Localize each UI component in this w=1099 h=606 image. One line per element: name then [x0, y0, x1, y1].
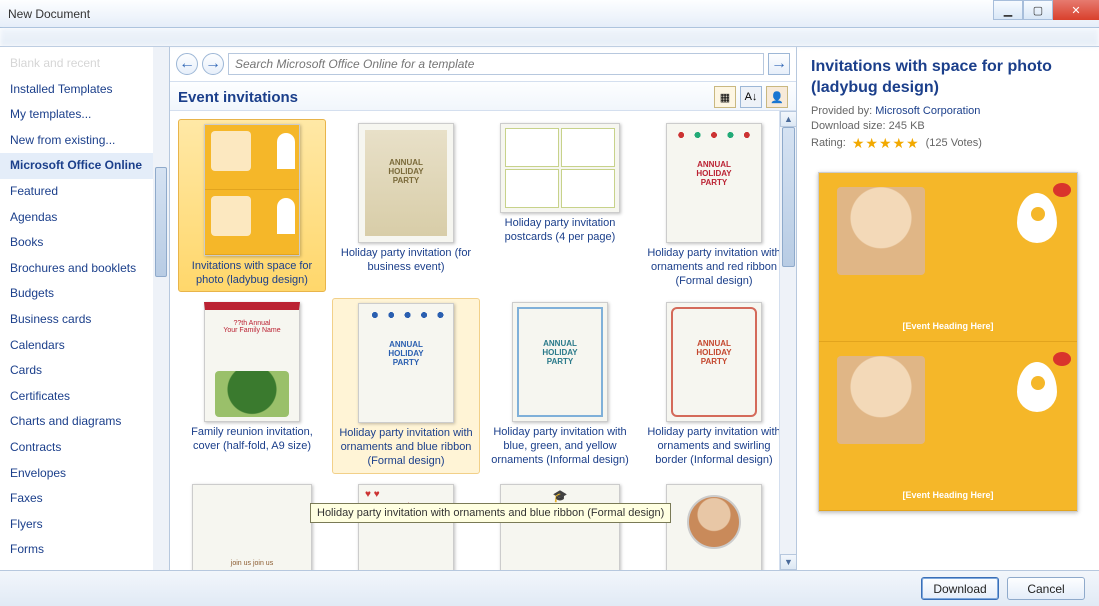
preview-pane: Invitations with space for photo (ladybu… — [797, 47, 1099, 570]
template-thumbnail — [204, 302, 300, 422]
template-thumbnail — [500, 123, 620, 213]
template-label: Family reunion invitation, cover (half-f… — [182, 426, 322, 454]
sidebar-item-envelopes[interactable]: Envelopes — [0, 461, 169, 487]
sidebar-item-contracts[interactable]: Contracts — [0, 435, 169, 461]
template-tile[interactable] — [486, 480, 634, 571]
tooltip: Holiday party invitation with ornaments … — [310, 503, 671, 523]
search-go-button[interactable]: → — [768, 53, 790, 75]
template-categories-sidebar: Blank and recentInstalled TemplatesMy te… — [0, 47, 170, 570]
template-tile[interactable]: Holiday party invitation with ornaments … — [640, 119, 788, 292]
sidebar-item[interactable]: Blank and recent — [0, 51, 169, 77]
template-tile[interactable] — [640, 480, 788, 571]
template-label: Invitations with space for photo (ladybu… — [183, 260, 321, 288]
minimize-button[interactable]: ▁ — [993, 0, 1023, 20]
template-thumbnail — [512, 302, 608, 422]
template-thumbnail — [358, 123, 454, 243]
sidebar-item-forms[interactable]: Forms — [0, 537, 169, 563]
window-title: New Document — [8, 7, 90, 21]
sidebar-item-certificates[interactable]: Certificates — [0, 384, 169, 410]
community-filter-button[interactable]: 👤 — [766, 86, 788, 108]
cancel-button[interactable]: Cancel — [1007, 577, 1085, 600]
template-tile[interactable]: Holiday party invitation with ornaments … — [640, 298, 788, 473]
template-thumbnail — [358, 484, 454, 571]
template-thumbnail — [666, 123, 762, 243]
template-thumbnail — [192, 484, 312, 571]
template-thumbnail — [358, 303, 454, 423]
sidebar-item-agendas[interactable]: Agendas — [0, 205, 169, 231]
template-tile[interactable]: Invitations with space for photo (ladybu… — [178, 119, 326, 292]
category-title: Event invitations — [178, 89, 298, 106]
scroll-up-arrow[interactable]: ▲ — [780, 111, 796, 127]
template-label: Holiday party invitation (for business e… — [336, 247, 476, 275]
template-tile[interactable] — [332, 480, 480, 571]
gallery-scrollbar[interactable]: ▲ ▼ — [779, 111, 796, 570]
provider-link[interactable]: Microsoft Corporation — [875, 105, 980, 117]
close-button[interactable]: ✕ — [1053, 0, 1099, 20]
template-label: Holiday party invitation with ornaments … — [644, 426, 784, 467]
sidebar-item-charts-and-diagrams[interactable]: Charts and diagrams — [0, 409, 169, 435]
sidebar-item-calendars[interactable]: Calendars — [0, 333, 169, 359]
nav-forward-button[interactable]: → — [202, 53, 224, 75]
download-size-label: Download size: — [811, 120, 886, 132]
template-tile[interactable]: Holiday party invitation postcards (4 pe… — [486, 119, 634, 292]
scroll-down-arrow[interactable]: ▼ — [780, 554, 796, 570]
template-tile[interactable] — [178, 480, 326, 571]
background-ribbon — [0, 28, 1099, 46]
template-label: Holiday party invitation with ornaments … — [337, 427, 475, 468]
sidebar-item-business-cards[interactable]: Business cards — [0, 307, 169, 333]
nav-back-button[interactable]: ← — [176, 53, 198, 75]
sidebar-item-faxes[interactable]: Faxes — [0, 486, 169, 512]
provided-by-label: Provided by: — [811, 105, 872, 117]
template-label: Holiday party invitation postcards (4 pe… — [490, 217, 630, 245]
download-button[interactable]: Download — [921, 577, 999, 600]
sidebar-item-cards[interactable]: Cards — [0, 358, 169, 384]
sidebar-item-books[interactable]: Books — [0, 230, 169, 256]
template-thumbnail — [666, 302, 762, 422]
template-thumbnail — [204, 124, 300, 256]
rating-votes: (125 Votes) — [926, 137, 982, 149]
sidebar-item[interactable]: My templates... — [0, 102, 169, 128]
sidebar-item-brochures-and-booklets[interactable]: Brochures and booklets — [0, 256, 169, 282]
sidebar-scroll-thumb[interactable] — [155, 167, 167, 277]
sidebar-item-flyers[interactable]: Flyers — [0, 512, 169, 538]
sidebar-item-featured[interactable]: Featured — [0, 179, 169, 205]
sidebar-item-inventories[interactable]: Inventories — [0, 563, 169, 570]
template-tile[interactable]: Holiday party invitation with blue, gree… — [486, 298, 634, 473]
preview-caption: [Event Heading Here] — [819, 490, 1077, 500]
sidebar-item[interactable]: Installed Templates — [0, 77, 169, 103]
template-tile[interactable]: Holiday party invitation (for business e… — [332, 119, 480, 292]
rating-label: Rating: — [811, 137, 846, 149]
template-label: Holiday party invitation with blue, gree… — [490, 426, 630, 467]
sidebar-item-budgets[interactable]: Budgets — [0, 281, 169, 307]
maximize-button[interactable]: ▢ — [1023, 0, 1053, 20]
sidebar-section-header: Microsoft Office Online — [0, 153, 169, 179]
download-size-value: 245 KB — [889, 120, 925, 132]
template-label: Holiday party invitation with ornaments … — [644, 247, 784, 288]
preview-title: Invitations with space for photo (ladybu… — [811, 57, 1085, 99]
sidebar-item[interactable]: New from existing... — [0, 128, 169, 154]
template-thumbnail — [500, 484, 620, 571]
template-tile[interactable]: Family reunion invitation, cover (half-f… — [178, 298, 326, 473]
sidebar-scrollbar[interactable] — [153, 47, 169, 570]
title-bar: New Document ▁ ▢ ✕ — [0, 0, 1099, 28]
sort-button[interactable]: A↓ — [740, 86, 762, 108]
template-thumbnail — [666, 484, 762, 571]
template-tile[interactable]: Holiday party invitation with ornaments … — [332, 298, 480, 473]
preview-thumbnail: [Event Heading Here] [Event Heading Here… — [818, 172, 1078, 512]
preview-caption: [Event Heading Here] — [819, 321, 1077, 331]
template-gallery: Invitations with space for photo (ladybu… — [170, 111, 796, 570]
gallery-scroll-thumb[interactable] — [782, 127, 795, 267]
view-medium-icon[interactable]: ▦ — [714, 86, 736, 108]
rating-stars: ★★★★★ — [852, 135, 920, 152]
search-input[interactable] — [228, 53, 764, 75]
